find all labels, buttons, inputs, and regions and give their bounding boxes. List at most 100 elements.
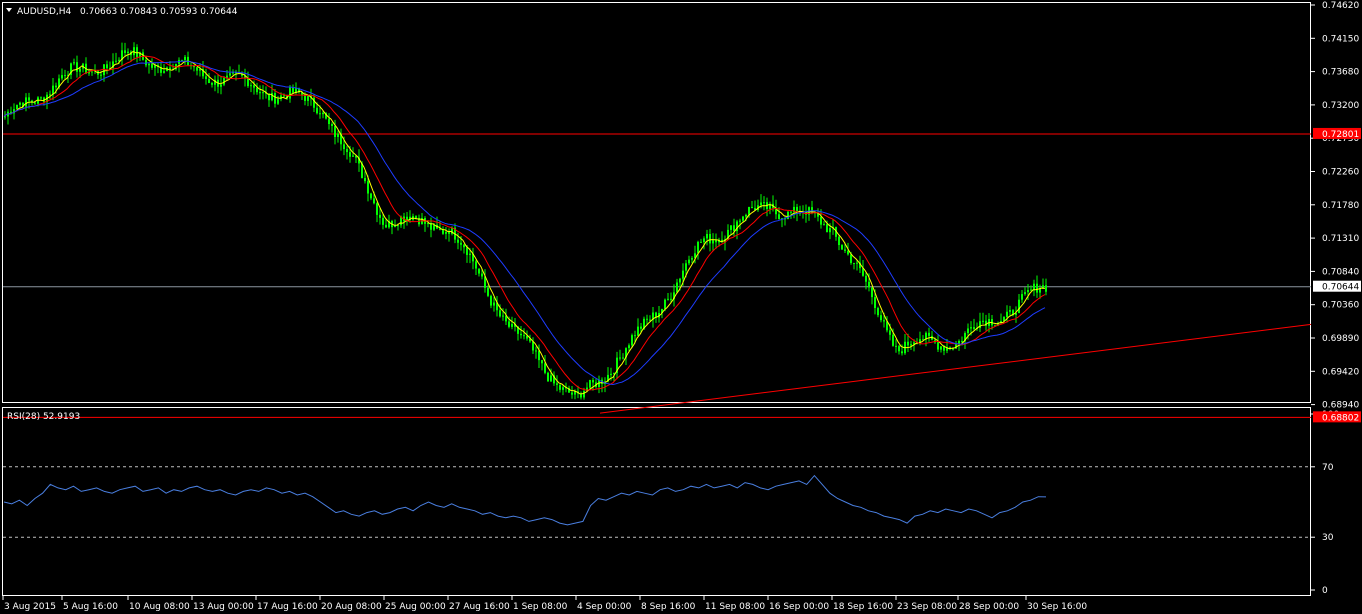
rsi-tick-label: 0 [1322, 586, 1328, 596]
candle-body [490, 295, 492, 306]
candle-body [91, 71, 93, 73]
candle-body [742, 216, 744, 221]
candle-body [877, 308, 879, 316]
price-tick-label: 0.69890 [1322, 334, 1359, 344]
candle-body [844, 249, 846, 251]
rsi-indicator [3, 466, 1311, 538]
candle-body [679, 278, 681, 283]
candle-body [283, 95, 285, 97]
candle-body [1027, 290, 1029, 293]
time-tick-label: 11 Sep 08:00 [705, 602, 765, 612]
price-tick-label: 0.70840 [1322, 267, 1359, 277]
candle-body [307, 95, 309, 101]
rsi-axis: 10070300 [1311, 410, 1339, 596]
candle-body [631, 335, 633, 346]
candle-body [895, 345, 897, 347]
candle-body [787, 211, 789, 220]
time-tick-label: 13 Aug 00:00 [193, 602, 254, 612]
candle-body [259, 92, 261, 94]
candle-body [535, 350, 537, 352]
candle-body [343, 144, 345, 150]
candle-body [304, 94, 306, 101]
candle-body [973, 327, 975, 329]
candle-body [478, 268, 480, 274]
time-tick-label: 28 Sep 00:00 [959, 602, 1019, 612]
candle-body [469, 253, 471, 255]
time-tick-label: 10 Aug 08:00 [129, 602, 190, 612]
chart-menu-triangle-icon[interactable] [6, 8, 12, 12]
candle-body [208, 78, 210, 84]
candle-body [901, 351, 903, 354]
trading-chart[interactable]: 0.746200.741500.736800.732000.727300.722… [0, 0, 1362, 614]
candle-body [457, 239, 459, 243]
candle-body [196, 67, 198, 71]
price-tick-label: 0.74150 [1322, 34, 1359, 44]
candle-body [664, 299, 666, 309]
candle-body [448, 231, 450, 234]
rsi-title: RSI(28) 52.9193 [7, 412, 80, 422]
rsi-tick-label: 30 [1322, 533, 1334, 543]
time-tick-label: 25 Aug 00:00 [385, 602, 446, 612]
candle-body [691, 258, 693, 260]
candle-body [136, 47, 138, 58]
candle-body [367, 181, 369, 194]
price-tick-label: 0.71780 [1322, 201, 1359, 211]
candle-body [346, 149, 348, 153]
candle-body [967, 328, 969, 333]
candle-body [634, 335, 636, 337]
candle-body [100, 74, 102, 76]
candle-body [328, 118, 330, 125]
candle-body [64, 75, 66, 77]
candle-body [49, 94, 51, 96]
candle-body [712, 240, 714, 244]
candle-body [676, 282, 678, 293]
candle-body [547, 372, 549, 382]
candle-body [562, 387, 564, 390]
candle-body [364, 177, 366, 182]
candle-body [127, 51, 129, 54]
candle-body [1033, 283, 1035, 290]
candle-body [232, 72, 234, 74]
candle-body [499, 310, 501, 317]
price-tick-label: 0.73200 [1322, 101, 1359, 111]
candle-body [352, 155, 354, 157]
rsi-line [3, 474, 1047, 526]
candle-body [958, 340, 960, 344]
candle-body [493, 302, 495, 306]
candle-body [688, 259, 690, 264]
candle-body [385, 224, 387, 228]
level-price-label: 0.68802 [1322, 413, 1359, 423]
candle-body [25, 97, 27, 107]
price-axis: 0.746200.741500.736800.732000.727300.722… [1311, 1, 1359, 411]
candle-body [118, 59, 120, 61]
candle-body [502, 315, 504, 317]
moving-averages [3, 50, 1046, 395]
candle-body [463, 244, 465, 248]
candle-body [262, 92, 264, 94]
candle-body [778, 214, 780, 220]
candle-body [751, 206, 753, 209]
candle-body [589, 380, 591, 388]
price-panel-frame [2, 2, 1311, 403]
candle-body [703, 238, 705, 243]
candle-body [898, 346, 900, 352]
candle-body [928, 332, 930, 336]
candle-body [106, 64, 108, 69]
candle-body [697, 241, 699, 254]
candle-body [820, 216, 822, 225]
time-tick-label: 30 Sep 16:00 [1027, 602, 1087, 612]
time-tick-label: 20 Aug 08:00 [321, 602, 382, 612]
candle-body [523, 335, 525, 337]
horizontal-levels [3, 133, 1312, 418]
candle-body [331, 124, 333, 126]
time-tick-label: 16 Sep 00:00 [769, 602, 829, 612]
candle-body [40, 97, 42, 99]
price-tick-label: 0.71310 [1322, 234, 1359, 244]
price-tick-label: 0.70360 [1322, 301, 1359, 311]
candle-body [871, 287, 873, 298]
candle-body [466, 247, 468, 255]
candle-body [1036, 283, 1038, 293]
candle-body [292, 87, 294, 93]
candle-body [868, 281, 870, 288]
candle-body [73, 62, 75, 64]
